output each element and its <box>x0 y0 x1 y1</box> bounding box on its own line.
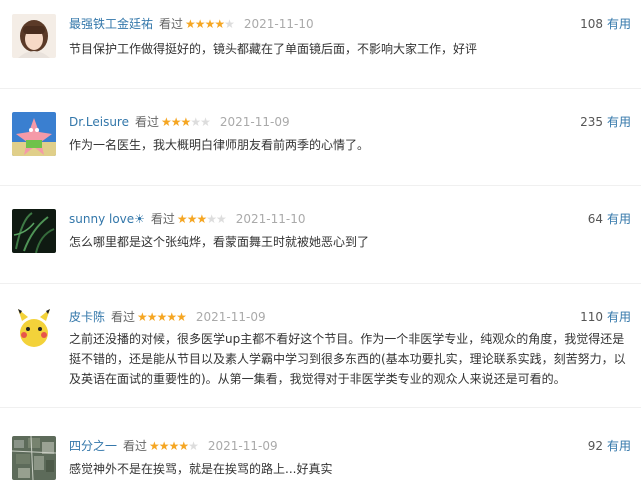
rating-stars: ★★★★★ <box>137 310 187 324</box>
rating-stars: ★★★★★ <box>185 17 235 31</box>
star-filled-icon: ★ <box>180 115 192 129</box>
review-meta: sunny love☀ 看过 ★★★★★ 2021-11-10 <box>69 211 306 227</box>
useful-button[interactable]: 有用 <box>607 115 631 129</box>
star-empty-icon: ★ <box>206 212 217 226</box>
star-filled-icon: ★ <box>176 212 188 226</box>
review-meta: Dr.Leisure 看过 ★★★★★ 2021-11-09 <box>69 114 290 130</box>
star-filled-icon: ★ <box>156 310 168 324</box>
review-item: 皮卡陈 看过 ★★★★★ 2021-11-09 110 有用 之前还没播的对候，很多医学… <box>0 307 641 387</box>
star-filled-icon: ★ <box>149 439 160 453</box>
vote-number: 92 <box>587 439 603 453</box>
useful-button[interactable]: 有用 <box>607 17 631 31</box>
star-filled-icon: ★ <box>214 17 225 31</box>
star-filled-icon: ★ <box>158 439 170 453</box>
vote-number: 235 <box>580 115 603 129</box>
star-filled-icon: ★ <box>204 17 216 31</box>
review-meta: 最强铁工金廷祐 看过 ★★★★★ 2021-11-10 <box>69 16 314 32</box>
star-filled-icon: ★ <box>146 310 158 324</box>
patrick-star-avatar-icon <box>12 112 56 156</box>
rating-stars: ★★★★★ <box>176 212 227 226</box>
review-meta: 四分之一 看过 ★★★★★ 2021-11-09 <box>69 438 278 454</box>
useful-button[interactable]: 有用 <box>607 212 631 226</box>
username-link[interactable]: sunny love☀ <box>69 212 145 226</box>
star-filled-icon: ★ <box>194 17 206 31</box>
vote-count: 235 有用 <box>580 114 631 130</box>
review-text-line: 及英语在面试的重要性的)。从第一集看，我觉得对于非医学类专业的观众人来说还是可看… <box>69 372 566 386</box>
dark-plant-avatar-icon <box>12 209 56 253</box>
review-text: 作为一名医生，我大概明白律师朋友看前两季的心情了。 <box>69 138 370 152</box>
username-link[interactable]: 皮卡陈 <box>69 310 105 324</box>
divider <box>0 407 641 408</box>
watched-status: 看过 <box>159 17 184 31</box>
review-text-line: 挺不错的，还是能从节目以及素人学霸中学习到很多东西的(基本功要扎实，理论联系实践… <box>69 352 626 366</box>
review-text-line: 之前还没播的对候，很多医学up主都不看好这个节目。作为一个非医学专业，纯观众的角… <box>69 332 625 346</box>
star-empty-icon: ★ <box>215 212 227 226</box>
vote-count: 92 有用 <box>588 438 631 454</box>
city-aerial-avatar-icon <box>12 436 56 480</box>
vote-number: 110 <box>580 310 603 324</box>
watched-status: 看过 <box>111 310 136 324</box>
rating-stars: ★★★★★ <box>149 439 199 453</box>
star-filled-icon: ★ <box>176 310 187 324</box>
user-avatar[interactable] <box>12 209 56 253</box>
user-avatar[interactable] <box>12 14 56 58</box>
divider <box>0 283 641 284</box>
username-link[interactable]: Dr.Leisure <box>69 115 129 129</box>
star-filled-icon: ★ <box>186 212 198 226</box>
review-date: 2021-11-09 <box>219 115 290 129</box>
review-item: 四分之一 看过 ★★★★★ 2021-11-09 92 有用 感觉神外不是在挨骂，就是在… <box>0 436 641 496</box>
star-filled-icon: ★ <box>161 115 172 129</box>
rating-stars: ★★★★★ <box>161 115 211 129</box>
review-text: 节目保护工作做得挺好的，镜头都藏在了单面镜后面，不影响大家工作，好评 <box>69 42 478 56</box>
vote-number: 64 <box>587 212 603 226</box>
watched-status: 看过 <box>150 212 175 226</box>
vote-count: 108 有用 <box>580 16 631 32</box>
useful-button[interactable]: 有用 <box>607 310 631 324</box>
star-empty-icon: ★ <box>224 17 235 31</box>
review-text: 之前还没播的对候，很多医学up主都不看好这个节目。作为一个非医学专业，纯观众的角… <box>69 329 629 389</box>
portrait-avatar-icon <box>12 14 56 58</box>
star-filled-icon: ★ <box>168 439 180 453</box>
useful-button[interactable]: 有用 <box>607 439 631 453</box>
review-text: 怎么哪里都是这个张纯烨，看蒙面舞王时就被她恶心到了 <box>69 235 370 249</box>
review-date: 2021-11-09 <box>195 310 266 324</box>
review-item: sunny love☀ 看过 ★★★★★ 2021-11-10 64 有用 怎么哪里都是… <box>0 209 641 269</box>
divider <box>0 88 641 89</box>
username-link[interactable]: 四分之一 <box>69 439 117 453</box>
user-avatar[interactable] <box>12 436 56 480</box>
star-filled-icon: ★ <box>166 310 177 324</box>
star-empty-icon: ★ <box>190 115 201 129</box>
star-filled-icon: ★ <box>170 115 182 129</box>
vote-count: 64 有用 <box>588 211 631 227</box>
review-item: 最强铁工金廷祐 看过 ★★★★★ 2021-11-10 108 有用 节目保护工作做得挺… <box>0 14 641 74</box>
vote-number: 108 <box>580 17 603 31</box>
user-avatar[interactable] <box>12 112 56 156</box>
vote-count: 110 有用 <box>580 309 631 325</box>
review-item: Dr.Leisure 看过 ★★★★★ 2021-11-09 235 有用 作为一名医生… <box>0 112 641 172</box>
username-link[interactable]: 最强铁工金廷祐 <box>69 17 153 31</box>
star-empty-icon: ★ <box>188 439 199 453</box>
watched-status: 看过 <box>135 115 160 129</box>
star-filled-icon: ★ <box>196 212 207 226</box>
star-empty-icon: ★ <box>200 115 211 129</box>
review-date: 2021-11-10 <box>235 212 306 226</box>
review-date: 2021-11-09 <box>207 439 278 453</box>
star-filled-icon: ★ <box>185 17 196 31</box>
star-filled-icon: ★ <box>178 439 189 453</box>
watched-status: 看过 <box>123 439 148 453</box>
star-filled-icon: ★ <box>137 310 148 324</box>
review-meta: 皮卡陈 看过 ★★★★★ 2021-11-09 <box>69 309 266 325</box>
divider <box>0 185 641 186</box>
review-text: 感觉神外不是在挨骂，就是在挨骂的路上...好真实 <box>69 462 333 476</box>
user-avatar[interactable] <box>12 307 56 351</box>
pikachu-avatar-icon <box>12 307 56 351</box>
review-date: 2021-11-10 <box>243 17 314 31</box>
